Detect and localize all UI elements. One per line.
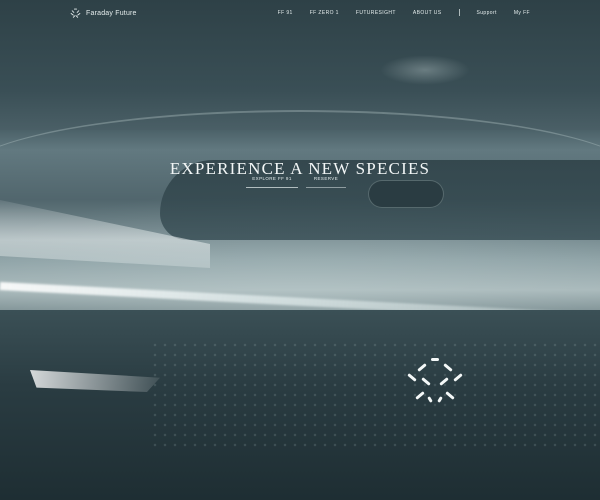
main-menu: FF 91 FF ZERO 1 FUTURESIGHT ABOUT US Sup… [261,9,530,16]
nav-item-futuresight[interactable]: FUTURESIGHT [356,10,396,16]
reserve-button[interactable]: RESERVE [306,176,346,188]
nav-item-my-ff[interactable]: My FF [514,10,530,16]
windshield-reflection [380,55,470,85]
nav-item-ff-zero-1[interactable]: FF ZERO 1 [310,10,339,16]
hero-background: Faraday Future FF 91 FF ZERO 1 FUTURESIG… [0,0,600,500]
hero-cta-group: EXPLORE FF 91 RESERVE [246,176,356,188]
nav-item-ff91[interactable]: FF 91 [278,10,293,16]
nav-item-support[interactable]: Support [477,10,497,16]
brand-name: Faraday Future [86,10,137,17]
car-sensor-oval [368,180,444,208]
ff-logo-icon [70,8,81,18]
brand-link[interactable]: Faraday Future [70,8,137,19]
nav-item-about-us[interactable]: ABOUT US [413,10,442,16]
ff-emblem-icon [407,358,463,403]
car-grille [150,340,600,450]
explore-ff91-button[interactable]: EXPLORE FF 91 [246,176,298,188]
nav-divider [458,9,460,16]
top-navigation: Faraday Future FF 91 FF ZERO 1 FUTURESIG… [0,0,600,28]
